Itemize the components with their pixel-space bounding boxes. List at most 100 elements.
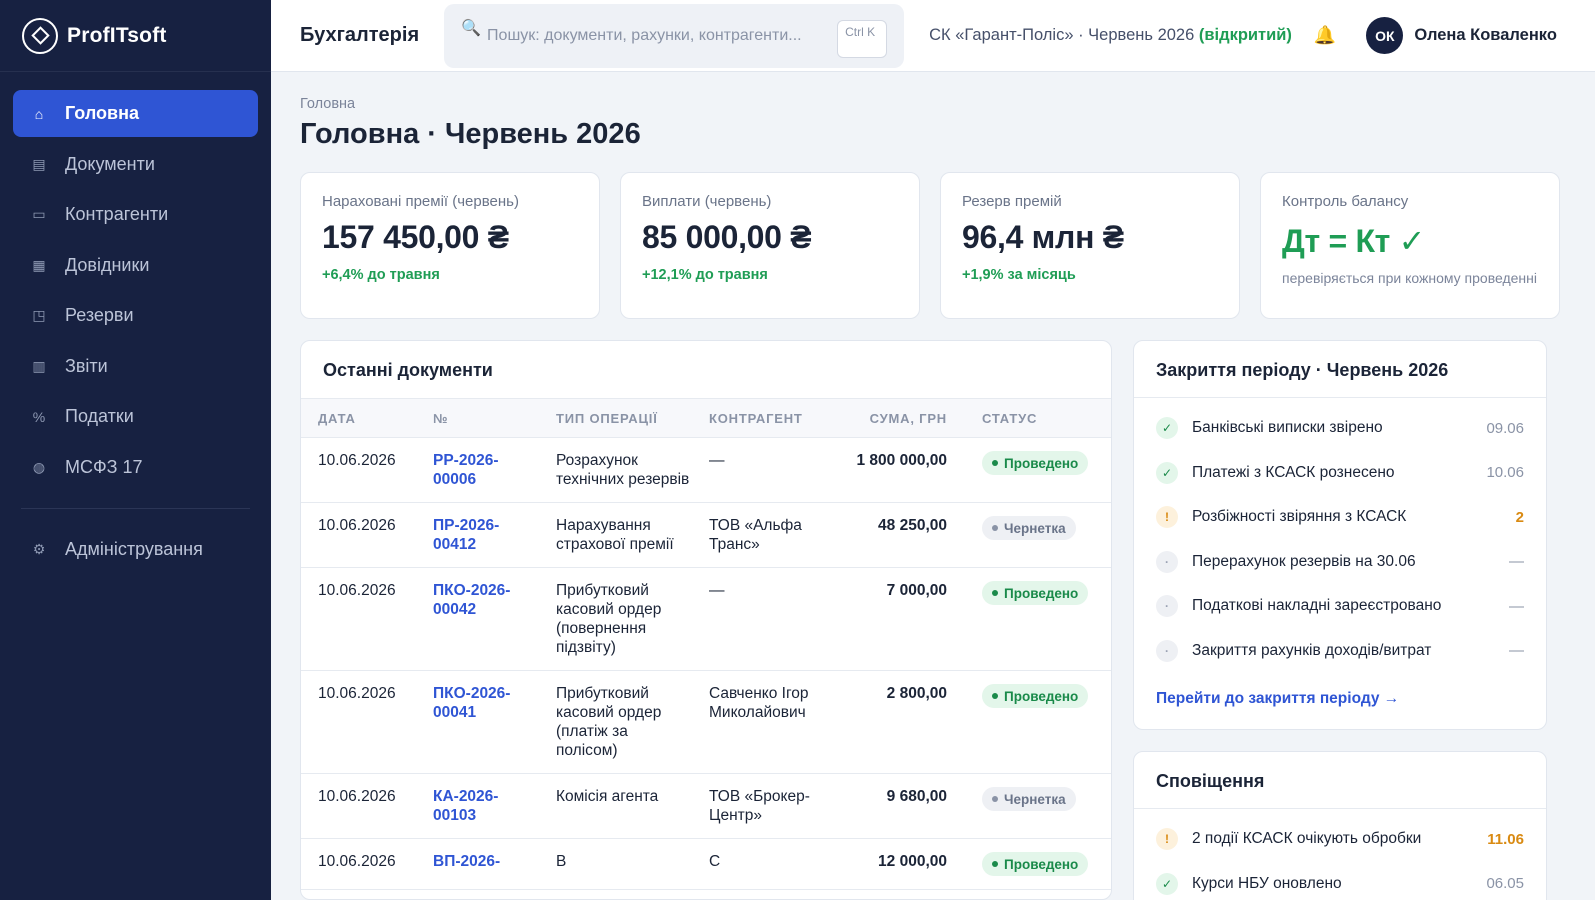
home-icon: ⌂ xyxy=(34,105,44,122)
doc-number-link[interactable]: ВП-2026- xyxy=(433,853,500,870)
column-header[interactable]: СУМА, ГРН xyxy=(832,398,965,438)
table-row[interactable]: 10.06.2026 ВП-2026- В С 12 000,00 Проведено xyxy=(301,838,1111,890)
section-title: Бухгалтерія xyxy=(300,24,420,46)
doc-number-link[interactable]: ПР-2026-00412 xyxy=(433,517,499,553)
doc-type: Прибутковий касовий ордер (повернення пі… xyxy=(539,567,692,671)
table-row[interactable]: 10.06.2026 ПКО-2026-00042 Прибутковий касо… xyxy=(301,567,1111,671)
search-input[interactable]: Пошук: документи, рахунки, контрагенти..… xyxy=(487,26,807,46)
column-header[interactable]: СТАТУС xyxy=(965,398,1111,438)
status-label: Чернетка xyxy=(1004,791,1066,807)
avatar[interactable]: ОК xyxy=(1366,17,1404,54)
doc-number-link[interactable]: КА-2026-00103 xyxy=(433,788,498,824)
kpi-value: 85 000,00 ₴ xyxy=(642,219,812,255)
item-label: Розбіжності звіряння з КСАСК xyxy=(1192,508,1407,526)
sidebar-item[interactable]: ⌂ Головна xyxy=(13,90,258,137)
warning-icon: ! xyxy=(1156,506,1178,529)
table-header-row: ДАТА № ТИП ОПЕРАЦІЇ КОНТРАГЕНТ СУМА, ГРН… xyxy=(301,398,1111,438)
kpi-card-premiums[interactable]: Нараховані премії (червень) 157 450,00 ₴… xyxy=(300,172,600,319)
doc-number-cell: РР-2026-00006 xyxy=(416,437,539,503)
sidebar-item[interactable]: % Податки xyxy=(13,393,258,440)
list-item[interactable]: ! Розбіжності звіряння з КСАСК 2 xyxy=(1156,495,1524,540)
panel-title: Закриття періоду · Червень 2026 xyxy=(1134,341,1546,398)
bell-icon[interactable]: 🔔 xyxy=(1314,25,1336,46)
sidebar-item-label: Адміністрування xyxy=(65,538,203,559)
kpi-card-payouts[interactable]: Виплати (червень) 85 000,00 ₴ +12,1% до … xyxy=(620,172,920,319)
doc-status-cell: Проведено xyxy=(965,838,1111,890)
status-dot xyxy=(992,590,998,596)
list-item[interactable]: ✓ Платежі з КСАСК рознесено 10.06 xyxy=(1156,451,1524,496)
logo-icon xyxy=(22,17,58,54)
doc-amount: 2 800,00 xyxy=(832,670,965,774)
sidebar-item-label: МСФЗ 17 xyxy=(65,456,143,477)
list-item[interactable]: ✓ Банківські виписки звірено 09.06 xyxy=(1156,406,1524,451)
column-header[interactable]: КОНТРАГЕНТ xyxy=(692,398,832,438)
go-to-closing-link[interactable]: Перейти до закриття періоду → xyxy=(1134,673,1546,708)
status-label: Проведено xyxy=(1004,455,1079,471)
sidebar-item-admin[interactable]: ⚙ Адміністрування xyxy=(13,526,258,573)
doc-date: 10.06.2026 xyxy=(301,437,416,503)
doc-party: — xyxy=(692,437,832,503)
kpi-label: Нараховані премії (червень) xyxy=(322,193,519,210)
recent-documents-panel: Останні документи ДАТА № ТИП ОПЕРАЦІЇ КО… xyxy=(300,340,1112,900)
doc-number-link[interactable]: ПКО-2026-00041 xyxy=(433,685,510,721)
sidebar-item[interactable]: ▥ Звіти xyxy=(13,343,258,390)
sidebar-item-label: Податки xyxy=(65,406,134,426)
item-label: Банківські виписки звірено xyxy=(1192,419,1383,437)
sidebar-item[interactable]: ▦ Довідники xyxy=(13,242,258,289)
breadcrumb[interactable]: Головна xyxy=(300,96,1567,112)
user-name[interactable]: Олена Коваленко xyxy=(1414,26,1557,45)
panel-title: Останні документи xyxy=(323,360,493,380)
list-item[interactable]: ! 2 події КСАСК очікують обробки 11.06 xyxy=(1156,817,1524,862)
contacts-icon: ▭ xyxy=(32,206,46,222)
column-header[interactable]: ДАТА xyxy=(301,398,416,438)
sidebar-item[interactable]: ◳ Резерви xyxy=(13,292,258,339)
table-row[interactable]: 10.06.2026 РР-2026-00006 Розрахунок техніч… xyxy=(301,437,1111,503)
logo[interactable]: ProfITsoft xyxy=(0,0,271,72)
doc-date: 10.06.2026 xyxy=(301,567,416,671)
list-item[interactable]: · Перерахунок резервів на 30.06 — xyxy=(1156,540,1524,585)
sidebar-item[interactable]: ◍ МСФЗ 17 xyxy=(13,444,258,491)
item-value: 09.06 xyxy=(1486,419,1524,437)
company-period[interactable]: СК «Гарант-Поліс» · Червень 2026 (відкри… xyxy=(929,26,1292,45)
sidebar: ProfITsoft ⌂ Головна ▤ Документи ▭ Контрагент… xyxy=(0,0,271,900)
item-value: 11.06 xyxy=(1487,830,1524,848)
doc-amount: 48 250,00 xyxy=(832,502,965,568)
list-item[interactable]: · Податкові накладні зареєстровано — xyxy=(1156,584,1524,629)
sidebar-item[interactable]: ▤ Документи xyxy=(13,141,258,188)
reserve-icon: ◳ xyxy=(32,307,46,323)
item-value: 06.05 xyxy=(1486,875,1524,893)
status-badge: Чернетка xyxy=(982,787,1076,811)
status-label: Проведено xyxy=(1004,585,1079,601)
doc-number-cell: КА-2026-00103 xyxy=(416,773,539,839)
status-badge: Проведено xyxy=(982,684,1089,708)
table-row[interactable]: 10.06.2026 ПР-2026-00412 Нарахування страх… xyxy=(301,502,1111,568)
sidebar-item-label: Довідники xyxy=(65,254,150,275)
status-dot xyxy=(992,796,998,802)
column-header[interactable]: № xyxy=(416,398,539,438)
documents-table: ДАТА № ТИП ОПЕРАЦІЇ КОНТРАГЕНТ СУМА, ГРН… xyxy=(301,398,1111,890)
doc-status-cell: Проведено xyxy=(965,567,1111,671)
table-row[interactable]: 10.06.2026 ПКО-2026-00041 Прибутковий касо… xyxy=(301,670,1111,774)
sidebar-item-label: Головна xyxy=(65,103,139,123)
status-label: Чернетка xyxy=(1004,520,1066,536)
sidebar-nav: ⌂ Головна ▤ Документи ▭ Контрагенти ▦ Довідники… xyxy=(0,72,271,573)
table-row[interactable]: 10.06.2026 КА-2026-00103 Комісія агента ТОВ… xyxy=(301,773,1111,839)
kpi-value: 157 450,00 ₴ xyxy=(322,219,509,255)
sidebar-item[interactable]: ▭ Контрагенти xyxy=(13,191,258,238)
list-item[interactable]: ✓ Курси НБУ оновлено 06.05 xyxy=(1156,862,1524,900)
doc-number-link[interactable]: РР-2026-00006 xyxy=(433,452,498,488)
logo-text: ProfITsoft xyxy=(67,23,167,47)
kpi-card-balance[interactable]: Контроль балансу Дт = Кт ✓ перевіряється… xyxy=(1260,172,1560,319)
list-item[interactable]: · Закриття рахунків доходів/витрат — xyxy=(1156,629,1524,674)
doc-number-cell: ВП-2026- xyxy=(416,838,539,890)
kpi-note: перевіряється при кожному проведенні xyxy=(1282,270,1538,286)
kpi-label: Виплати (червень) xyxy=(642,193,772,210)
kpi-card-reserve[interactable]: Резерв премій 96,4 млн ₴ +1,9% за місяць xyxy=(940,172,1240,319)
documents-icon: ▤ xyxy=(32,155,46,172)
status-dot xyxy=(992,693,998,699)
kpi-delta: +12,1% до травня xyxy=(642,267,768,283)
kpi-value: 96,4 млн ₴ xyxy=(962,219,1124,255)
search-box[interactable]: 🔍 Пошук: документи, рахунки, контрагенти… xyxy=(444,3,905,68)
column-header[interactable]: ТИП ОПЕРАЦІЇ xyxy=(539,398,692,438)
doc-number-link[interactable]: ПКО-2026-00042 xyxy=(433,582,510,618)
